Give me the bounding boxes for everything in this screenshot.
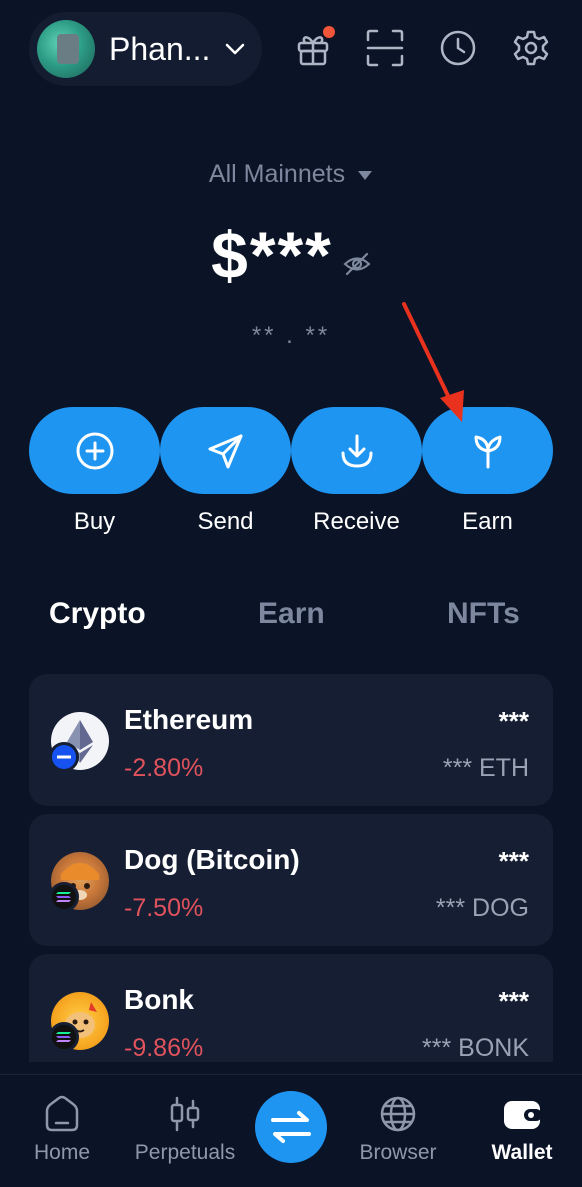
eye-off-icon[interactable] <box>343 252 371 281</box>
account-selector[interactable]: Phan... <box>29 12 262 86</box>
asset-tabs: Crypto Earn NFTs <box>49 597 529 637</box>
balance-change: ** . ** <box>251 322 331 349</box>
plus-circle-icon <box>29 407 160 494</box>
token-amount: *** ETH <box>442 754 529 782</box>
account-name: Phan... <box>109 30 211 67</box>
token-change: -2.80% <box>124 754 204 782</box>
home-icon <box>22 1093 102 1135</box>
balance: $*** <box>0 222 582 288</box>
swap-icon <box>271 1111 311 1143</box>
network-selector[interactable]: All Mainnets <box>0 160 582 189</box>
nav-perpetuals-label: Perpetuals <box>134 1141 236 1164</box>
bottom-nav: Home Perpetuals Browser Wallet <box>0 1074 582 1187</box>
receive-label: Receive <box>313 508 400 535</box>
token-name: Dog (Bitcoin) <box>124 844 300 875</box>
token-change: -7.50% <box>124 894 204 922</box>
swap-button[interactable] <box>255 1091 327 1163</box>
nav-home[interactable]: Home <box>22 1093 102 1165</box>
annotation-arrow-icon <box>402 302 464 422</box>
buy-label: Buy <box>73 508 116 535</box>
paper-plane-icon <box>160 407 291 494</box>
action-buttons: Buy Send Receive Earn <box>29 407 553 547</box>
chevron-down-icon <box>224 42 246 56</box>
nav-browser-label: Browser <box>359 1141 437 1164</box>
list-mask <box>0 1062 582 1074</box>
nav-perpetuals[interactable]: Perpetuals <box>126 1093 244 1165</box>
avatar <box>37 20 95 78</box>
solana-chain-icon <box>49 882 79 912</box>
base-chain-icon <box>49 742 79 772</box>
token-amount: *** DOG <box>435 894 529 922</box>
token-name: Ethereum <box>124 704 254 735</box>
tab-crypto[interactable]: Crypto <box>49 597 146 631</box>
candlestick-icon <box>126 1093 244 1135</box>
token-name: Bonk <box>124 984 194 1015</box>
tab-earn[interactable]: Earn <box>258 597 325 631</box>
token-value: *** <box>498 846 529 876</box>
solana-chain-icon <box>49 1022 79 1052</box>
header: Phan... <box>29 12 553 86</box>
network-label: All Mainnets <box>208 160 346 188</box>
token-value: *** <box>498 706 529 736</box>
wallet-icon <box>482 1093 562 1135</box>
earn-label: Earn <box>462 508 513 535</box>
receive-button[interactable]: Receive <box>291 407 422 547</box>
gift-icon[interactable] <box>293 26 335 68</box>
scan-icon[interactable] <box>365 28 405 68</box>
settings-icon[interactable] <box>511 28 551 68</box>
token-amount: *** BONK <box>422 1034 529 1062</box>
balance-value: $*** <box>211 218 333 292</box>
earn-button[interactable]: Earn <box>422 407 553 547</box>
caret-down-icon <box>357 160 373 189</box>
nav-browser[interactable]: Browser <box>350 1093 446 1165</box>
tab-nfts[interactable]: NFTs <box>447 597 520 631</box>
token-change: -9.86% <box>124 1034 204 1062</box>
send-label: Send <box>197 508 254 535</box>
notification-dot <box>323 26 335 38</box>
globe-icon <box>350 1093 446 1135</box>
history-icon[interactable] <box>438 28 478 68</box>
token-row[interactable]: Dog (Bitcoin) -7.50% *** *** DOG <box>29 814 553 946</box>
nav-wallet-label: Wallet <box>491 1141 553 1164</box>
token-row[interactable]: Ethereum -2.80% *** *** ETH <box>29 674 553 806</box>
nav-home-label: Home <box>33 1141 91 1164</box>
nav-wallet[interactable]: Wallet <box>482 1093 562 1165</box>
send-button[interactable]: Send <box>160 407 291 547</box>
buy-button[interactable]: Buy <box>29 407 160 547</box>
token-value: *** <box>498 986 529 1016</box>
